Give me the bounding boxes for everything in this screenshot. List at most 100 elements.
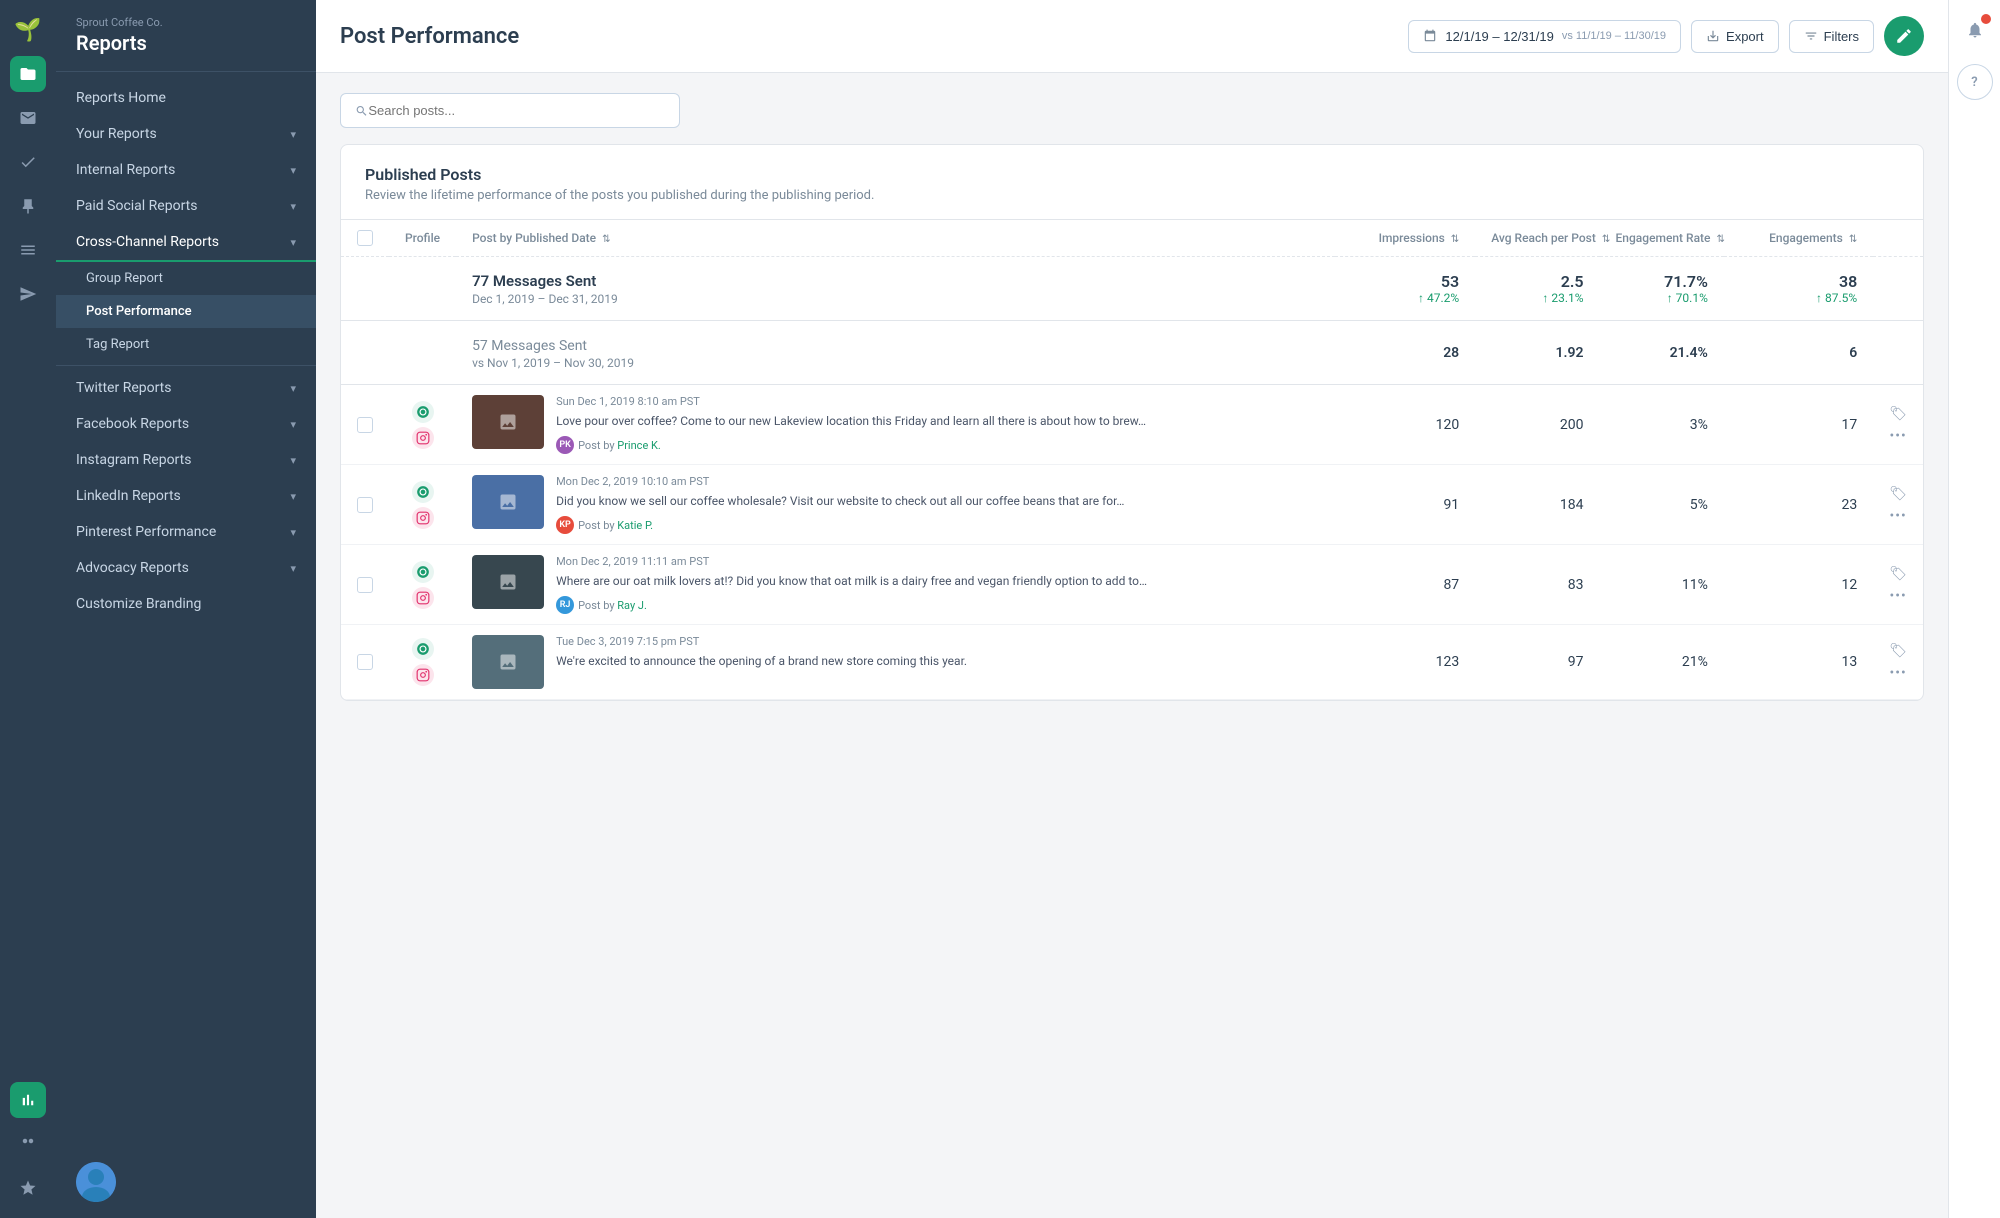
post-avg-reach: 83 [1475, 545, 1599, 625]
sidebar-sub-tag-report[interactable]: Tag Report [56, 328, 316, 361]
row-checkbox[interactable] [357, 417, 373, 433]
tag-icon[interactable]: 🏷 [1889, 486, 1907, 502]
vs-date-text: vs 11/1/19 – 11/30/19 [1562, 30, 1666, 42]
filters-button[interactable]: Filters [1789, 20, 1874, 53]
sidebar-item-linkedin[interactable]: LinkedIn Reports ▾ [56, 478, 316, 514]
posts-table-wrap: Profile Post by Published Date ⇅ Impress… [341, 220, 1923, 700]
notification-badge [1981, 14, 1991, 24]
row-actions: 🏷 ••• [1889, 566, 1907, 604]
platform-icons [405, 401, 440, 449]
people-icon[interactable] [10, 1126, 46, 1162]
post-content: Mon Dec 2, 2019 11:11 am PST Where are o… [472, 555, 1319, 614]
page-title: Post Performance [340, 24, 519, 49]
compose-nav-icon[interactable] [10, 276, 46, 312]
table-row: Mon Dec 2, 2019 10:10 am PST Did you kno… [341, 465, 1923, 545]
more-options-icon[interactable]: ••• [1890, 428, 1907, 444]
more-options-icon[interactable]: ••• [1890, 588, 1907, 604]
search-input[interactable] [368, 103, 665, 118]
post-author: RJ Post by Ray J. [556, 596, 1147, 614]
sidebar-item-advocacy[interactable]: Advocacy Reports ▾ [56, 550, 316, 586]
post-avg-reach: 184 [1475, 465, 1599, 545]
row-checkbox[interactable] [357, 497, 373, 513]
tasks-icon[interactable] [10, 144, 46, 180]
published-posts-card: Published Posts Review the lifetime perf… [340, 144, 1924, 701]
post-date: Mon Dec 2, 2019 11:11 am PST [556, 555, 1147, 568]
inbox-icon[interactable] [10, 100, 46, 136]
post-text: Did you know we sell our coffee wholesal… [556, 492, 1124, 510]
post-engagements: 12 [1724, 545, 1873, 625]
col-engagements[interactable]: Engagements ⇅ [1724, 220, 1873, 257]
row-checkbox[interactable] [357, 577, 373, 593]
row-actions: 🏷 ••• [1889, 643, 1907, 681]
user-avatar[interactable] [76, 1162, 116, 1202]
sidebar-item-pinterest[interactable]: Pinterest Performance ▾ [56, 514, 316, 550]
sidebar-item-paid-social[interactable]: Paid Social Reports ▾ [56, 188, 316, 224]
star-nav-icon[interactable] [10, 1170, 46, 1206]
export-button[interactable]: Export [1691, 20, 1779, 53]
help-icon[interactable]: ? [1957, 64, 1993, 100]
reports-home-label: Reports Home [76, 90, 166, 106]
sidebar-bottom [56, 1146, 316, 1218]
col-engagement-rate[interactable]: Engagement Rate ⇅ [1600, 220, 1724, 257]
post-content: Sun Dec 1, 2019 8:10 am PST Love pour ov… [472, 395, 1319, 454]
sidebar-item-reports-home[interactable]: Reports Home [56, 80, 316, 116]
compose-button[interactable] [1884, 16, 1924, 56]
col-post-date[interactable]: Post by Published Date ⇅ [456, 220, 1335, 257]
chart-nav-icon[interactable] [10, 1082, 46, 1118]
sort-icon: ⇅ [1849, 234, 1857, 245]
search-bar[interactable] [340, 93, 680, 128]
date-range-button[interactable]: 12/1/19 – 12/31/19 vs 11/1/19 – 11/30/19 [1408, 20, 1681, 53]
sidebar-item-internal-reports[interactable]: Internal Reports ▾ [56, 152, 316, 188]
post-details: Sun Dec 1, 2019 8:10 am PST Love pour ov… [556, 395, 1146, 454]
sidebar-item-instagram[interactable]: Instagram Reports ▾ [56, 442, 316, 478]
instagram-icon [412, 507, 434, 529]
card-header: Published Posts Review the lifetime perf… [341, 145, 1923, 220]
post-engagements: 17 [1724, 385, 1873, 465]
calendar-icon [1423, 29, 1437, 43]
select-all-checkbox[interactable] [357, 230, 373, 246]
more-options-icon[interactable]: ••• [1890, 665, 1907, 681]
sidebar-item-facebook[interactable]: Facebook Reports ▾ [56, 406, 316, 442]
folder-icon[interactable] [10, 56, 46, 92]
sidebar-item-twitter[interactable]: Twitter Reports ▾ [56, 370, 316, 406]
more-options-icon[interactable]: ••• [1890, 508, 1907, 524]
sidebar-item-cross-channel[interactable]: Cross-Channel Reports ▾ [56, 224, 316, 262]
chevron-icon: ▾ [290, 128, 296, 141]
right-rail: ? [1948, 0, 2000, 1218]
post-author: PK Post by Prince K. [556, 436, 1146, 454]
tag-icon[interactable]: 🏷 [1889, 643, 1907, 659]
platform-icons [405, 561, 440, 609]
post-details: Mon Dec 2, 2019 11:11 am PST Where are o… [556, 555, 1147, 614]
sidebar-sub-post-performance[interactable]: Post Performance [56, 295, 316, 328]
chevron-icon: ▾ [290, 490, 296, 503]
col-impressions[interactable]: Impressions ⇅ [1335, 220, 1475, 257]
post-details: Tue Dec 3, 2019 7:15 pm PST We're excite… [556, 635, 967, 670]
post-thumbnail [472, 555, 544, 609]
row-checkbox[interactable] [357, 654, 373, 670]
post-avg-reach: 97 [1475, 625, 1599, 700]
tag-icon[interactable]: 🏷 [1889, 406, 1907, 422]
sidebar-sub-group-report[interactable]: Group Report [56, 262, 316, 295]
menu-icon[interactable] [10, 232, 46, 268]
sidebar: Sprout Coffee Co. Reports Reports Home Y… [56, 0, 316, 1218]
sort-icon: ⇅ [1602, 234, 1610, 245]
post-author: KP Post by Katie P. [556, 516, 1124, 534]
pin-icon[interactable] [10, 188, 46, 224]
bell-icon[interactable] [1957, 12, 1993, 48]
instagram-icon [412, 427, 434, 449]
post-thumbnail [472, 475, 544, 529]
sidebar-item-customize[interactable]: Customize Branding [56, 586, 316, 622]
filters-label: Filters [1824, 29, 1859, 44]
tag-icon[interactable]: 🏷 [1889, 566, 1907, 582]
table-row: Sun Dec 1, 2019 8:10 am PST Love pour ov… [341, 385, 1923, 465]
col-avg-reach[interactable]: Avg Reach per Post ⇅ [1475, 220, 1599, 257]
instagram-icon [412, 587, 434, 609]
sidebar-item-your-reports[interactable]: Your Reports ▾ [56, 116, 316, 152]
row-actions: 🏷 ••• [1889, 406, 1907, 444]
chevron-icon: ▾ [290, 164, 296, 177]
search-icon [355, 104, 368, 118]
post-engagement-rate: 21% [1600, 625, 1724, 700]
post-engagements: 23 [1724, 465, 1873, 545]
customize-label: Customize Branding [76, 596, 201, 612]
summary-row-previous: 57 Messages Sent vs Nov 1, 2019 – Nov 30… [341, 321, 1923, 385]
